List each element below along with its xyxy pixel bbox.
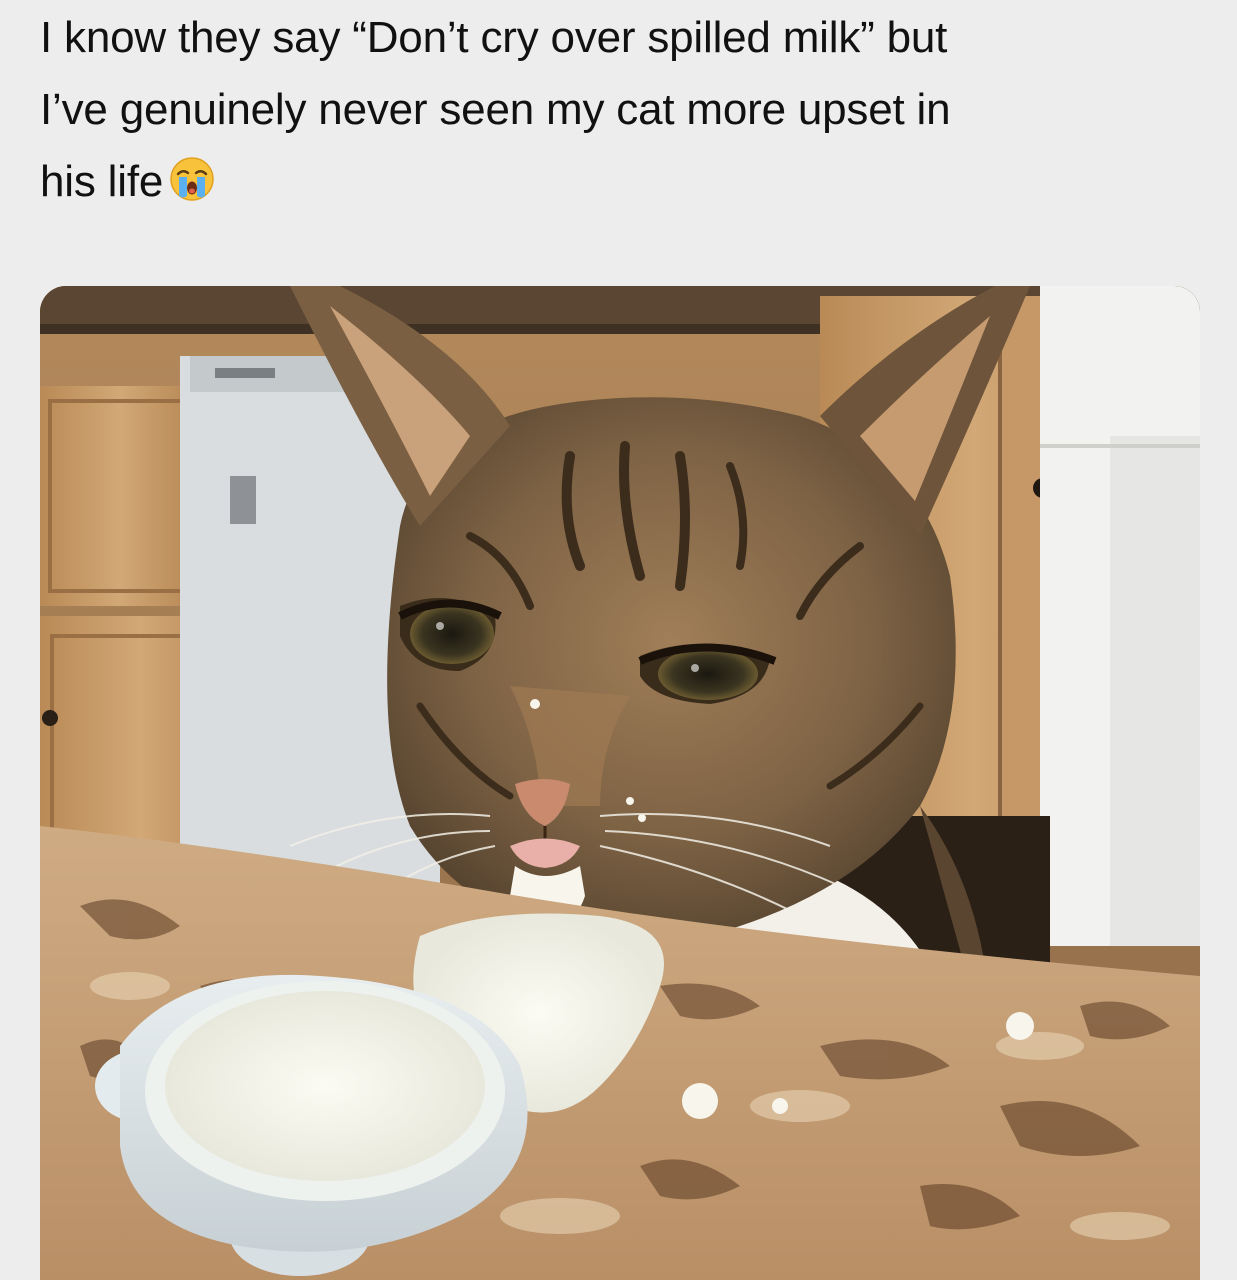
caption-line-3: his life: [40, 146, 1210, 224]
crying-face-emoji-icon: [169, 152, 215, 224]
cat-photo: [40, 286, 1200, 1280]
cat-with-spilled-milk-illustration: [40, 286, 1200, 1280]
caption-line-1: I know they say “Don’t cry over spilled …: [40, 13, 948, 62]
post-caption: I know they say “Don’t cry over spilled …: [40, 2, 1210, 224]
meme-post: I know they say “Don’t cry over spilled …: [0, 0, 1237, 1280]
caption-line-3-text: his life: [40, 157, 164, 206]
caption-line-2: I’ve genuinely never seen my cat more up…: [40, 85, 951, 134]
